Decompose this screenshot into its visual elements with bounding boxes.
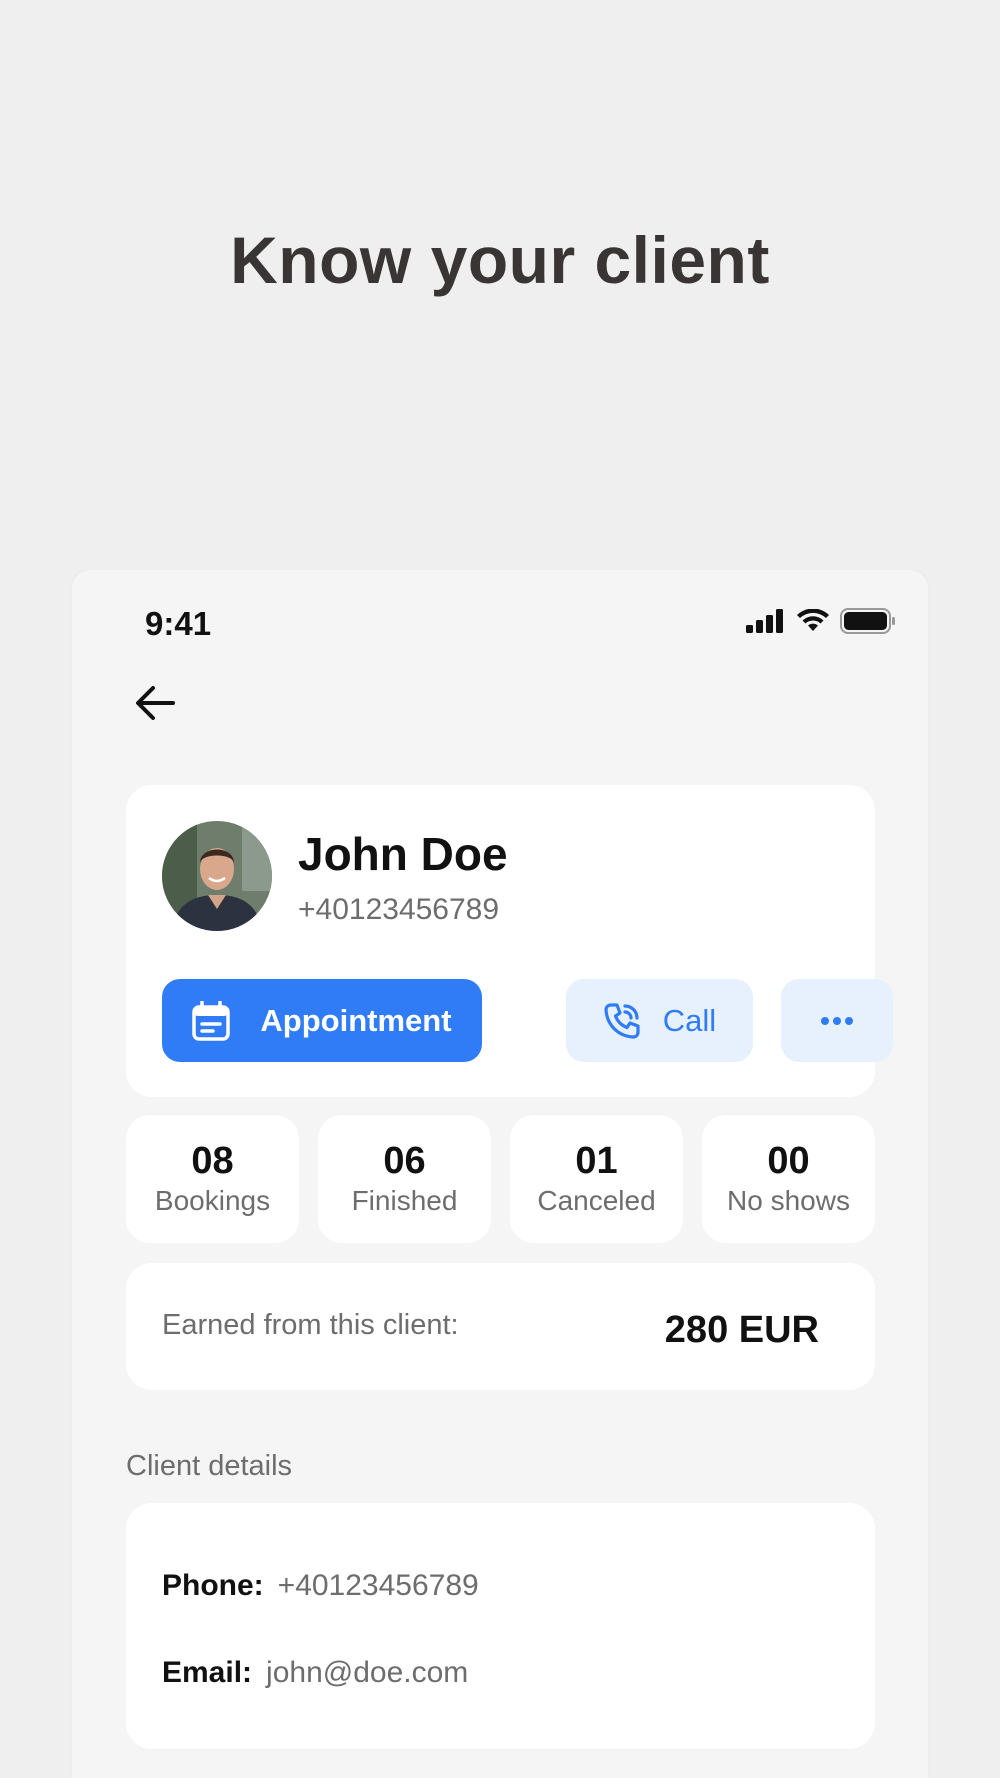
appointment-button-label: Appointment (260, 1002, 452, 1038)
stat-label: Canceled (537, 1184, 656, 1216)
status-time: 9:41 (145, 605, 212, 642)
status-icons (746, 608, 896, 634)
client-name: John Doe (298, 828, 508, 880)
detail-email-value[interactable]: john@doe.com (266, 1656, 468, 1690)
detail-phone-value[interactable]: +40123456789 (278, 1569, 479, 1603)
wifi-icon (797, 609, 829, 631)
stat-value: 01 (575, 1140, 618, 1183)
client-phone: +40123456789 (298, 893, 500, 926)
phone-call-icon (604, 1002, 640, 1039)
stat-finished: 06 Finished (318, 1115, 491, 1243)
detail-email-key: Email: (162, 1656, 253, 1689)
appointment-button[interactable]: Appointment (162, 979, 482, 1062)
stat-value: 00 (767, 1140, 810, 1183)
calendar-icon (192, 1000, 231, 1041)
client-profile-card: John Doe +40123456789 Appointment Call (126, 785, 893, 1097)
earnings-value: 280 EUR (664, 1309, 819, 1351)
call-button[interactable]: Call (566, 979, 753, 1062)
detail-email-row: Email: john@doe.com (162, 1656, 468, 1690)
stat-value: 06 (383, 1140, 426, 1183)
earnings-label: Earned from this client: (162, 1309, 459, 1341)
signal-icon (746, 609, 783, 633)
page-headline: Know your client (230, 223, 770, 297)
more-dots-icon (821, 1016, 853, 1025)
arrow-left-icon (136, 686, 175, 720)
stat-label: No shows (727, 1184, 850, 1216)
phone-screen: 9:41 John Doe +40123456789 Appointment C… (72, 570, 928, 1778)
detail-phone-row: Phone: +40123456789 (162, 1569, 479, 1603)
stat-bookings: 08 Bookings (126, 1115, 299, 1243)
avatar[interactable] (162, 821, 272, 931)
stats-row: 08 Bookings 06 Finished 01 Canceled 00 N… (126, 1115, 875, 1243)
stat-no-shows: 00 No shows (702, 1115, 875, 1243)
client-details-title: Client details (126, 1450, 293, 1482)
battery-icon (840, 608, 895, 634)
client-details-card: Phone: +40123456789 Email: john@doe.com (126, 1503, 875, 1749)
detail-phone-key: Phone: (162, 1569, 264, 1602)
stat-value: 08 (191, 1140, 234, 1183)
stat-canceled: 01 Canceled (510, 1115, 683, 1243)
more-options-button[interactable] (781, 979, 893, 1062)
stat-label: Finished (351, 1184, 458, 1216)
call-button-label: Call (662, 1002, 717, 1038)
earnings-card: Earned from this client: 280 EUR (126, 1263, 875, 1390)
stat-label: Bookings (154, 1184, 271, 1216)
back-button[interactable] (132, 680, 178, 726)
